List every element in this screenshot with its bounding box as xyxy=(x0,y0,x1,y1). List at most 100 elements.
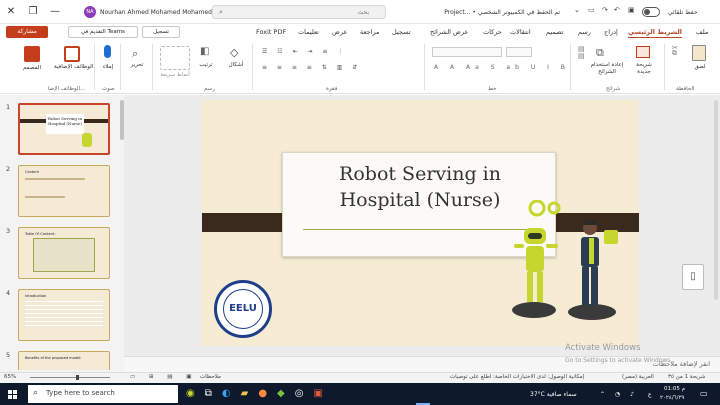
align-controls[interactable]: ≡ ≡ ≡ ≡ ⇅ ▥ ⇵ xyxy=(262,64,418,72)
restore-icon[interactable]: ❐ xyxy=(26,5,40,19)
share-button[interactable]: مشاركة xyxy=(6,26,48,38)
thumbnail-title: Robot Serving in Hospital (Nurse) xyxy=(46,114,84,134)
zoom-level[interactable]: 65% xyxy=(4,374,16,380)
tab-draw[interactable]: رسم xyxy=(578,28,591,36)
find-icon[interactable]: ⌕ xyxy=(132,47,138,61)
view-buttons[interactable]: ▭ ⊞ ▤ ▣ xyxy=(130,374,197,380)
weather-status[interactable]: 37°C سماء صافية xyxy=(530,391,577,398)
designer-icon[interactable] xyxy=(24,46,40,62)
thumbnail-title: Table Of Content : xyxy=(25,232,57,236)
autosave-label: حفظ تلقائي xyxy=(668,9,698,16)
search-icon: ⌕ xyxy=(33,388,39,398)
undo-icon[interactable]: ↶ xyxy=(614,6,620,14)
tab-review[interactable]: مراجعة xyxy=(360,28,380,36)
addins-icon[interactable] xyxy=(64,46,80,62)
robot-nurse-illustration xyxy=(512,200,618,320)
tab-record[interactable]: تسجيل xyxy=(392,28,411,36)
tab-foxit-pdf[interactable]: Foxit PDF xyxy=(256,28,286,36)
canvas-scrollbar[interactable] xyxy=(714,100,718,300)
microphone-icon[interactable] xyxy=(104,45,111,58)
notification-icon[interactable]: ▭ xyxy=(700,389,708,398)
search-box[interactable]: ⌕ بحث xyxy=(212,5,386,19)
slide-layout-icons[interactable]: ▤ ▤ xyxy=(578,46,588,60)
accessibility-status[interactable]: إمكانية الوصول: لدى الاختيارات الخاصة: ا… xyxy=(450,374,610,380)
file-explorer-icon[interactable]: ▰ xyxy=(241,388,259,399)
taskbar-search[interactable]: ⌕ Type here to search xyxy=(28,385,178,403)
clock-time[interactable]: 01:05 م xyxy=(664,386,685,392)
slide-number: 4 xyxy=(6,289,11,297)
slide-counter: شريحة 1 من ٣٥ xyxy=(668,374,706,380)
powerpoint-icon[interactable]: ▣ xyxy=(313,388,332,399)
weather-app-icon[interactable]: ◉ xyxy=(186,388,205,399)
present-teams-button[interactable]: التقديم في Teams xyxy=(68,26,138,38)
redo-icon[interactable]: ↷ xyxy=(602,6,608,14)
avatar[interactable]: NA xyxy=(84,6,96,18)
customize-icon[interactable]: ⌄ xyxy=(574,6,580,14)
shadow xyxy=(568,304,616,320)
current-slide[interactable]: Robot Serving in Hospital (Nurse) EELU xyxy=(202,100,639,346)
cut-copy-icons[interactable]: ✂ ⧉ xyxy=(672,45,684,57)
slide-thumbnail[interactable]: Robot Serving in Hospital (Nurse) xyxy=(18,103,110,155)
list-controls[interactable]: ☰ ☷ ⇤ ⇥ ≡ ⋮ xyxy=(262,48,418,56)
chrome-icon[interactable]: ◎ xyxy=(295,388,314,399)
slide-thumbnail[interactable]: Introduction xyxy=(18,289,110,341)
slide-number: 2 xyxy=(6,165,11,173)
edge-icon[interactable]: ◐ xyxy=(222,388,241,399)
notes-button[interactable]: ملاحظات xyxy=(200,374,221,380)
tab-slideshow[interactable]: عرض الشرائح xyxy=(430,28,468,36)
font-name-box[interactable] xyxy=(432,47,502,57)
minimize-icon[interactable]: — xyxy=(48,5,62,19)
tray-icons[interactable]: ⌃ ◔ ♪ xyxy=(600,391,638,398)
tab-file[interactable]: ملف xyxy=(696,28,708,36)
bookmark-icon[interactable]: ▯ xyxy=(682,264,704,290)
slide-thumbnail[interactable]: Table Of Content : xyxy=(18,227,110,279)
tab-home[interactable]: الشريط الرئيسي xyxy=(628,28,682,38)
start-icon[interactable] xyxy=(8,390,17,399)
start-slideshow-icon[interactable]: ▭ xyxy=(588,6,595,14)
record-label: تسجيل xyxy=(153,29,169,35)
zoom-slider-thumb[interactable] xyxy=(76,375,79,380)
clock-date[interactable]: ٢٠٢٤/٦/٢٩ xyxy=(660,395,684,401)
quick-access-toolbar: ⌄ ▭ ↷ ↶ ▣ xyxy=(560,5,680,19)
close-icon[interactable]: ✕ xyxy=(4,5,18,19)
tab-help[interactable]: تعليمات xyxy=(298,28,319,36)
ribbon-separator xyxy=(152,44,153,90)
firefox-icon[interactable]: ● xyxy=(258,388,277,399)
paste-icon[interactable] xyxy=(692,45,706,61)
tab-design[interactable]: تصميم xyxy=(546,28,564,36)
editing-label: تحرير xyxy=(130,62,144,68)
thumbnail-title: Benefits of the proposed model: xyxy=(25,356,82,360)
zoom-slider[interactable] xyxy=(30,377,110,378)
input-language[interactable]: ع xyxy=(648,391,652,398)
slide-thumbnail[interactable]: Content xyxy=(18,165,110,217)
new-slide-icon[interactable] xyxy=(636,46,650,58)
tab-animations[interactable]: حركات xyxy=(483,28,502,36)
font-size-box[interactable] xyxy=(506,47,532,57)
user-name: Nourhan Ahmed Mohamed Mohamed Ali xyxy=(100,9,222,16)
addins-label: الوظائف الإضافية xyxy=(54,64,94,70)
tab-insert[interactable]: إدراج xyxy=(604,28,618,36)
ribbon-separator xyxy=(664,44,665,90)
record-button[interactable]: تسجيل xyxy=(142,26,180,38)
thumbnail-title: Content xyxy=(25,170,39,174)
title-bar: ✕ ❐ — NA Nourhan Ahmed Mohamed Mohamed A… xyxy=(0,0,720,24)
quick-styles-icon[interactable] xyxy=(160,46,190,70)
autosave-toggle[interactable] xyxy=(642,7,660,17)
search-icon: ⌕ xyxy=(219,8,223,16)
robot-icon xyxy=(514,228,558,302)
reuse-slides-icon[interactable]: ⧉ xyxy=(596,46,604,60)
task-view-icon[interactable]: ⧉ xyxy=(205,388,222,399)
store-icon[interactable]: ◆ xyxy=(277,388,295,399)
arrange-label: ترتيب xyxy=(199,62,213,68)
logo-text: EELU xyxy=(229,303,257,314)
save-icon[interactable]: ▣ xyxy=(628,6,635,14)
tab-view[interactable]: عرض xyxy=(332,28,347,36)
slide-thumbnail[interactable]: Benefits of the proposed model: xyxy=(18,351,110,370)
ribbon-tabs: مشاركة التقديم في Teams تسجيل Foxit PDF … xyxy=(0,24,720,40)
shapes-icon[interactable]: ◇ xyxy=(230,46,238,59)
chart-icon xyxy=(604,230,618,244)
arrange-icon[interactable]: ◧ xyxy=(200,46,209,57)
font-format-controls[interactable]: A A Aa S ab U I B xyxy=(434,64,565,73)
tab-transitions[interactable]: انتقالات xyxy=(510,28,531,36)
taskbar-search-placeholder: Type here to search xyxy=(46,389,115,397)
